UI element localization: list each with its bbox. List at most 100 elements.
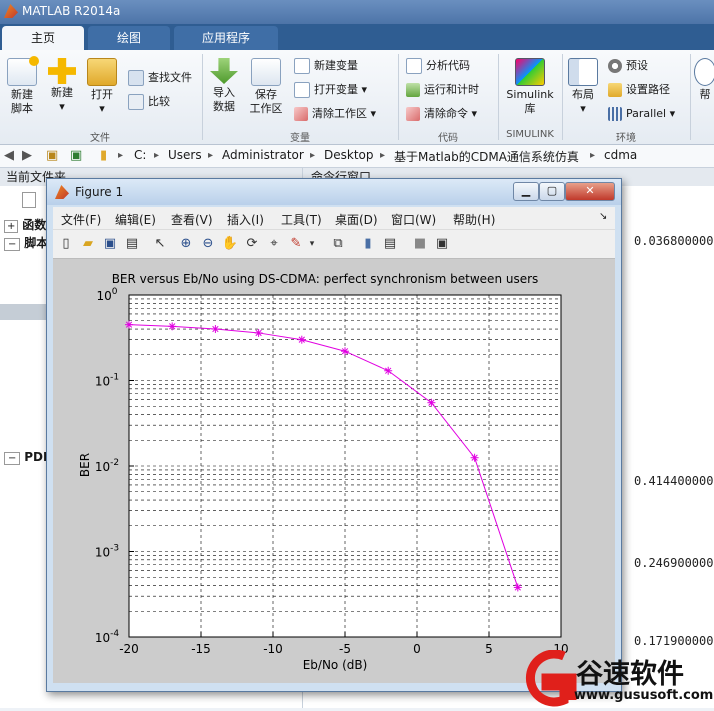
new-figure-icon[interactable]: ▯: [57, 235, 75, 253]
x-tick-label: -5: [339, 642, 351, 656]
selected-row[interactable]: [0, 304, 46, 320]
new-script-label: 新建 脚本: [11, 88, 33, 115]
ribbon-separator: [562, 54, 563, 140]
up-folder-icon[interactable]: ▣: [46, 148, 58, 163]
watermark: 谷速软件 www.gususoft.com: [512, 649, 714, 708]
ber-data-point: [384, 366, 393, 375]
x-tick-label: 5: [485, 642, 493, 656]
plus-icon: [48, 58, 76, 84]
breadcrumb-cdma[interactable]: cdma: [604, 148, 637, 162]
help-button[interactable]: 帮: [694, 58, 714, 102]
dock-arrow-icon[interactable]: ↘: [599, 211, 607, 222]
zoom-out-icon[interactable]: ⊖: [199, 235, 217, 253]
print-icon[interactable]: ▤: [123, 235, 141, 253]
new-label: 新建: [51, 86, 73, 99]
layout-icon: [568, 58, 598, 86]
pointer-icon[interactable]: ↖: [151, 235, 169, 253]
preferences-button[interactable]: 预设: [608, 58, 648, 74]
tab-apps[interactable]: 应用程序: [174, 26, 278, 50]
folder-icon: [87, 58, 117, 86]
group-env-label: 环境: [616, 133, 636, 144]
tab-home[interactable]: 主页: [2, 26, 84, 50]
menu-edit[interactable]: 编辑(E): [115, 211, 156, 228]
find-files-icon: [128, 70, 144, 86]
compare-label: 比较: [148, 95, 170, 108]
maximize-button[interactable]: ▢: [539, 182, 565, 201]
link-plot-icon[interactable]: ⧉: [329, 235, 347, 253]
chevron-down-icon: ▾: [370, 107, 377, 120]
group-code-label: 代码: [438, 133, 458, 144]
open-variable-button[interactable]: 打开变量 ▾: [294, 82, 367, 98]
command-output-value: 0.4144000000: [634, 474, 714, 488]
chevron-down-icon[interactable]: ▾: [303, 235, 321, 253]
pan-hand-icon[interactable]: ✋: [221, 235, 239, 253]
analyze-code-button[interactable]: 分析代码: [406, 58, 470, 74]
collapse-minus-icon: −: [4, 238, 21, 251]
watermark-brand: 谷速软件: [576, 659, 684, 690]
breadcrumb-drive[interactable]: C:: [134, 148, 146, 162]
breadcrumb-separator-icon: ▸: [380, 150, 386, 161]
figure-toolbar: ▯ ▰ ▣ ▤ ↖ ⊕ ⊖ ✋ ⟳ ⌖ ✎ ▾ ⧉ ▮ ▤ ■ ▣: [53, 229, 615, 259]
save-icon[interactable]: ▣: [101, 235, 119, 253]
ber-data-point: [168, 322, 177, 331]
tree-item-functions[interactable]: + 函数: [4, 216, 46, 233]
compare-button[interactable]: 比较: [128, 94, 170, 110]
menu-view[interactable]: 查看(V): [171, 211, 213, 228]
figure-menubar: 文件(F) 编辑(E) 查看(V) 插入(I) 工具(T) 桌面(D) 窗口(W…: [53, 207, 615, 229]
back-arrow-icon[interactable]: ◀: [4, 148, 14, 163]
close-button[interactable]: ✕: [565, 182, 615, 201]
tree-item-label: 函数: [22, 218, 47, 232]
data-cursor-icon[interactable]: ⌖: [265, 235, 283, 253]
group-variable-label: 变量: [290, 133, 310, 144]
new-button[interactable]: 新建 ▾: [44, 58, 80, 114]
breadcrumb-users[interactable]: Users: [168, 148, 202, 162]
save-workspace-label: 保存 工作区: [249, 88, 283, 115]
compare-icon: [128, 94, 144, 110]
new-variable-button[interactable]: 新建变量: [294, 58, 358, 74]
ribbon-separator: [498, 54, 499, 140]
zoom-in-icon[interactable]: ⊕: [177, 235, 195, 253]
clear-commands-button[interactable]: 清除命令 ▾: [406, 106, 477, 122]
layout-button[interactable]: 布局 ▾: [566, 58, 600, 116]
menu-file[interactable]: 文件(F): [61, 211, 101, 228]
breadcrumb-administrator[interactable]: Administrator: [222, 148, 304, 162]
new-script-button[interactable]: 新建 脚本: [4, 56, 40, 116]
menu-desktop[interactable]: 桌面(D): [335, 211, 378, 228]
open-file-icon[interactable]: ▰: [79, 235, 97, 253]
parallel-button[interactable]: Parallel ▾: [608, 106, 675, 122]
maximize-icon: ▢: [546, 184, 558, 197]
rotate-3d-icon[interactable]: ⟳: [243, 235, 261, 253]
simulink-library-button[interactable]: Simulink 库: [502, 58, 558, 116]
menu-help[interactable]: 帮助(H): [453, 211, 495, 228]
find-files-button[interactable]: 查找文件: [128, 70, 192, 86]
tab-plots[interactable]: 绘图: [88, 26, 170, 50]
tree-item-pdf[interactable]: − PDF: [4, 450, 51, 465]
minimize-button[interactable]: ▁: [513, 182, 539, 201]
hide-plot-tools-icon[interactable]: ■: [411, 235, 429, 253]
breadcrumb-project-folder[interactable]: 基于Matlab的CDMA通信系统仿真: [394, 148, 579, 165]
colorbar-icon[interactable]: ▮: [359, 235, 377, 253]
command-output-value: 0.0368000000: [634, 234, 714, 248]
legend-icon[interactable]: ▤: [381, 235, 399, 253]
browse-folder-icon[interactable]: ▣: [70, 148, 82, 163]
simulink-label: Simulink 库: [506, 88, 554, 115]
import-data-button[interactable]: 导入 数据: [206, 58, 242, 114]
open-button[interactable]: 打开 ▾: [84, 58, 120, 116]
set-path-icon: [608, 83, 622, 97]
analyze-code-label: 分析代码: [426, 59, 470, 72]
clear-workspace-button[interactable]: 清除工作区 ▾: [294, 106, 376, 122]
menu-insert[interactable]: 插入(I): [227, 211, 264, 228]
forward-arrow-icon[interactable]: ▶: [22, 148, 32, 163]
y-tick-label: 10-4: [95, 629, 120, 645]
save-workspace-button[interactable]: 保存 工作区: [246, 58, 286, 116]
run-and-time-button[interactable]: 运行和计时: [406, 82, 479, 98]
breadcrumb-desktop[interactable]: Desktop: [324, 148, 374, 162]
tree-item-scripts[interactable]: − 脚本: [4, 234, 48, 251]
simulink-icon: [515, 58, 545, 86]
ber-chart: -20 -15 -10 -5 0 5 1010-410-310-210-1100 BER v…: [78, 272, 569, 672]
figure-titlebar[interactable]: Figure 1 ▁ ▢ ✕: [47, 179, 621, 205]
menu-window[interactable]: 窗口(W): [391, 211, 436, 228]
set-path-button[interactable]: 设置路径: [608, 82, 670, 98]
show-plot-tools-icon[interactable]: ▣: [433, 235, 451, 253]
menu-tools[interactable]: 工具(T): [281, 211, 322, 228]
